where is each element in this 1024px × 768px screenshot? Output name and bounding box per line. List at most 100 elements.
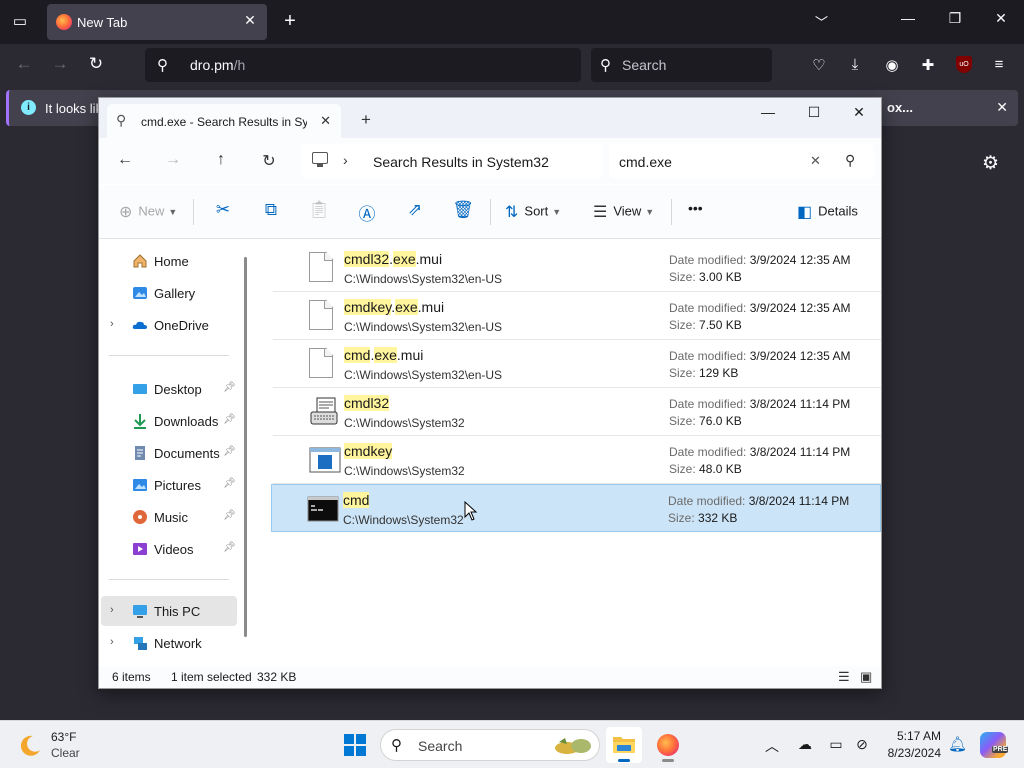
account-icon[interactable]: ◉ (881, 56, 903, 74)
weather-moon-icon[interactable] (18, 733, 42, 757)
tiles-view-icon[interactable]: ▣ (860, 669, 872, 685)
list-item[interactable]: cmdkey C:\Windows\System32 Date modified… (273, 436, 881, 484)
notification-button[interactable]: ox... (887, 97, 947, 119)
forward-icon[interactable]: → (162, 151, 184, 169)
cut-icon[interactable]: ✂ (212, 200, 234, 220)
details-button[interactable]: ◧ Details (797, 202, 858, 222)
connection-manager-icon (309, 396, 338, 428)
taskbar-file-explorer[interactable] (606, 727, 642, 763)
clear-search-icon[interactable]: ✕ (810, 153, 821, 169)
maximize-icon[interactable]: ☐ (791, 104, 837, 121)
minimize-icon[interactable]: — (893, 10, 923, 26)
onedrive-offline-icon[interactable]: ☁ (795, 736, 815, 753)
ublock-icon[interactable]: uO (956, 56, 972, 73)
new-button[interactable]: ⊕ New ▼ (119, 202, 177, 222)
explorer-search-input[interactable]: cmd.exe ✕ ⚲ (609, 144, 874, 178)
more-options-button[interactable]: ••• (688, 200, 703, 216)
chevron-right-icon[interactable]: › (343, 152, 348, 168)
close-icon[interactable]: ✕ (996, 99, 1008, 116)
menu-icon[interactable]: ≡ (988, 56, 1010, 73)
download-icon[interactable]: ⤓ (844, 56, 866, 73)
up-icon[interactable]: ↑ (210, 151, 232, 169)
close-window-icon[interactable]: ✕ (836, 104, 882, 121)
list-item[interactable]: cmdl32.exe.mui C:\Windows\System32\en-US… (273, 244, 881, 292)
restore-icon[interactable]: ❐ (940, 10, 970, 27)
url-bar[interactable]: ⚲ dro.pm/h (145, 48, 581, 82)
new-tab-button[interactable]: + (361, 110, 371, 130)
close-window-icon[interactable]: ✕ (986, 10, 1016, 27)
taskbar-firefox[interactable] (650, 727, 686, 763)
expand-icon[interactable]: › (110, 604, 114, 616)
close-icon[interactable]: ✕ (241, 12, 259, 29)
list-item[interactable]: cmdkey.exe.mui C:\Windows\System32\en-US… (273, 292, 881, 340)
start-button[interactable] (344, 734, 366, 756)
selection-size: 332 KB (257, 670, 297, 684)
firefox-icon (56, 14, 72, 30)
list-item[interactable]: cmdl32 C:\Windows\System32 Date modified… (273, 388, 881, 436)
nav-item-documents[interactable]: Documents 📌︎ (99, 438, 255, 468)
nav-divider (109, 579, 229, 580)
breadcrumb-location[interactable]: Search Results in System32 (373, 154, 549, 170)
delete-icon[interactable]: 🗑︎ (452, 200, 474, 220)
rename-icon[interactable]: Ⓐ (356, 200, 378, 225)
list-item[interactable]: cmd.exe.mui C:\Windows\System32\en-US Da… (273, 340, 881, 388)
share-icon[interactable]: ⇗ (404, 200, 426, 220)
nav-item-home[interactable]: Home (99, 246, 255, 276)
expand-icon[interactable]: › (110, 318, 114, 330)
nav-item-desktop[interactable]: Desktop 📌︎ (99, 374, 255, 404)
list-item-selected[interactable]: cmd C:\Windows\System32 Date modified: 3… (271, 484, 881, 532)
browser-nav-bar: ← → ↻ ⚲ dro.pm/h ⚲ Search ♡ ⤓ ◉ ✚ uO ≡ (0, 44, 1024, 86)
explorer-tab[interactable]: ⚲ cmd.exe - Search Results in System32 ✕ (107, 104, 341, 138)
back-icon[interactable]: ← (12, 54, 36, 74)
chevron-up-icon[interactable]: ︿ (762, 736, 782, 756)
nav-item-this-pc[interactable]: › This PC (101, 596, 237, 626)
clock-date[interactable]: 8/23/2024 (880, 746, 941, 760)
notification-bell-icon[interactable]: 🔔︎ (948, 735, 967, 753)
nav-item-gallery[interactable]: Gallery (99, 278, 255, 308)
gear-icon[interactable]: ⚙ (982, 152, 999, 175)
nav-divider (109, 355, 229, 356)
nav-item-videos[interactable]: Videos 📌︎ (99, 534, 255, 564)
pocket-icon[interactable]: ♡ (808, 56, 830, 74)
file-path: C:\Windows\System32 (344, 416, 465, 430)
close-tab-icon[interactable]: ✕ (320, 113, 331, 129)
address-bar[interactable]: › Search Results in System32 (301, 144, 603, 178)
back-icon[interactable]: ← (114, 151, 136, 169)
nav-item-downloads[interactable]: Downloads 📌︎ (99, 406, 255, 436)
browser-tab[interactable]: New Tab ✕ (47, 4, 267, 40)
extensions-icon[interactable]: ✚ (917, 56, 939, 74)
nav-item-network[interactable]: › Network (99, 628, 255, 658)
nav-item-onedrive[interactable]: › OneDrive (99, 310, 255, 340)
network-status-icon[interactable]: ⊘ (852, 736, 872, 753)
tab-overview-icon[interactable]: ▭ (8, 10, 32, 34)
nav-item-music[interactable]: Music 📌︎ (99, 502, 255, 532)
minimize-icon[interactable]: — (745, 104, 791, 120)
firefox-icon (657, 734, 679, 756)
weather-condition[interactable]: Clear (51, 746, 80, 760)
clock-time[interactable]: 5:17 AM (895, 729, 941, 743)
display-icon[interactable]: ▭ (826, 736, 846, 753)
new-tab-button[interactable]: + (280, 10, 300, 32)
date-modified: Date modified: 3/9/2024 12:35 AM (669, 301, 851, 315)
weather-temperature[interactable]: 63°F (51, 730, 76, 744)
expand-icon[interactable]: › (110, 636, 114, 648)
selection-count: 1 item selected (171, 670, 252, 684)
copy-icon[interactable]: ⧉ (260, 200, 282, 220)
file-icon (309, 348, 335, 380)
paste-icon[interactable]: 📋︎ (308, 200, 330, 220)
details-view-icon[interactable]: ☰ (838, 669, 850, 685)
copilot-icon[interactable]: PRE (980, 732, 1009, 758)
browser-search-bar[interactable]: ⚲ Search (591, 48, 772, 82)
view-button[interactable]: ☰ View ▼ (593, 202, 654, 222)
terminal-icon (307, 493, 339, 525)
sort-button[interactable]: ⇅ Sort ▼ (505, 202, 561, 222)
reload-icon[interactable]: ↻ (84, 54, 108, 74)
pin-icon: 📌︎ (223, 510, 236, 521)
forward-icon[interactable]: → (48, 54, 72, 74)
chevron-down-icon[interactable]: ﹀ (815, 12, 828, 31)
nav-item-pictures[interactable]: Pictures 📌︎ (99, 470, 255, 500)
search-icon[interactable]: ⚲ (845, 152, 855, 169)
nav-scrollbar[interactable] (244, 257, 247, 637)
refresh-icon[interactable]: ↻ (258, 151, 280, 171)
taskbar-search[interactable]: ⚲ Search (380, 729, 600, 761)
